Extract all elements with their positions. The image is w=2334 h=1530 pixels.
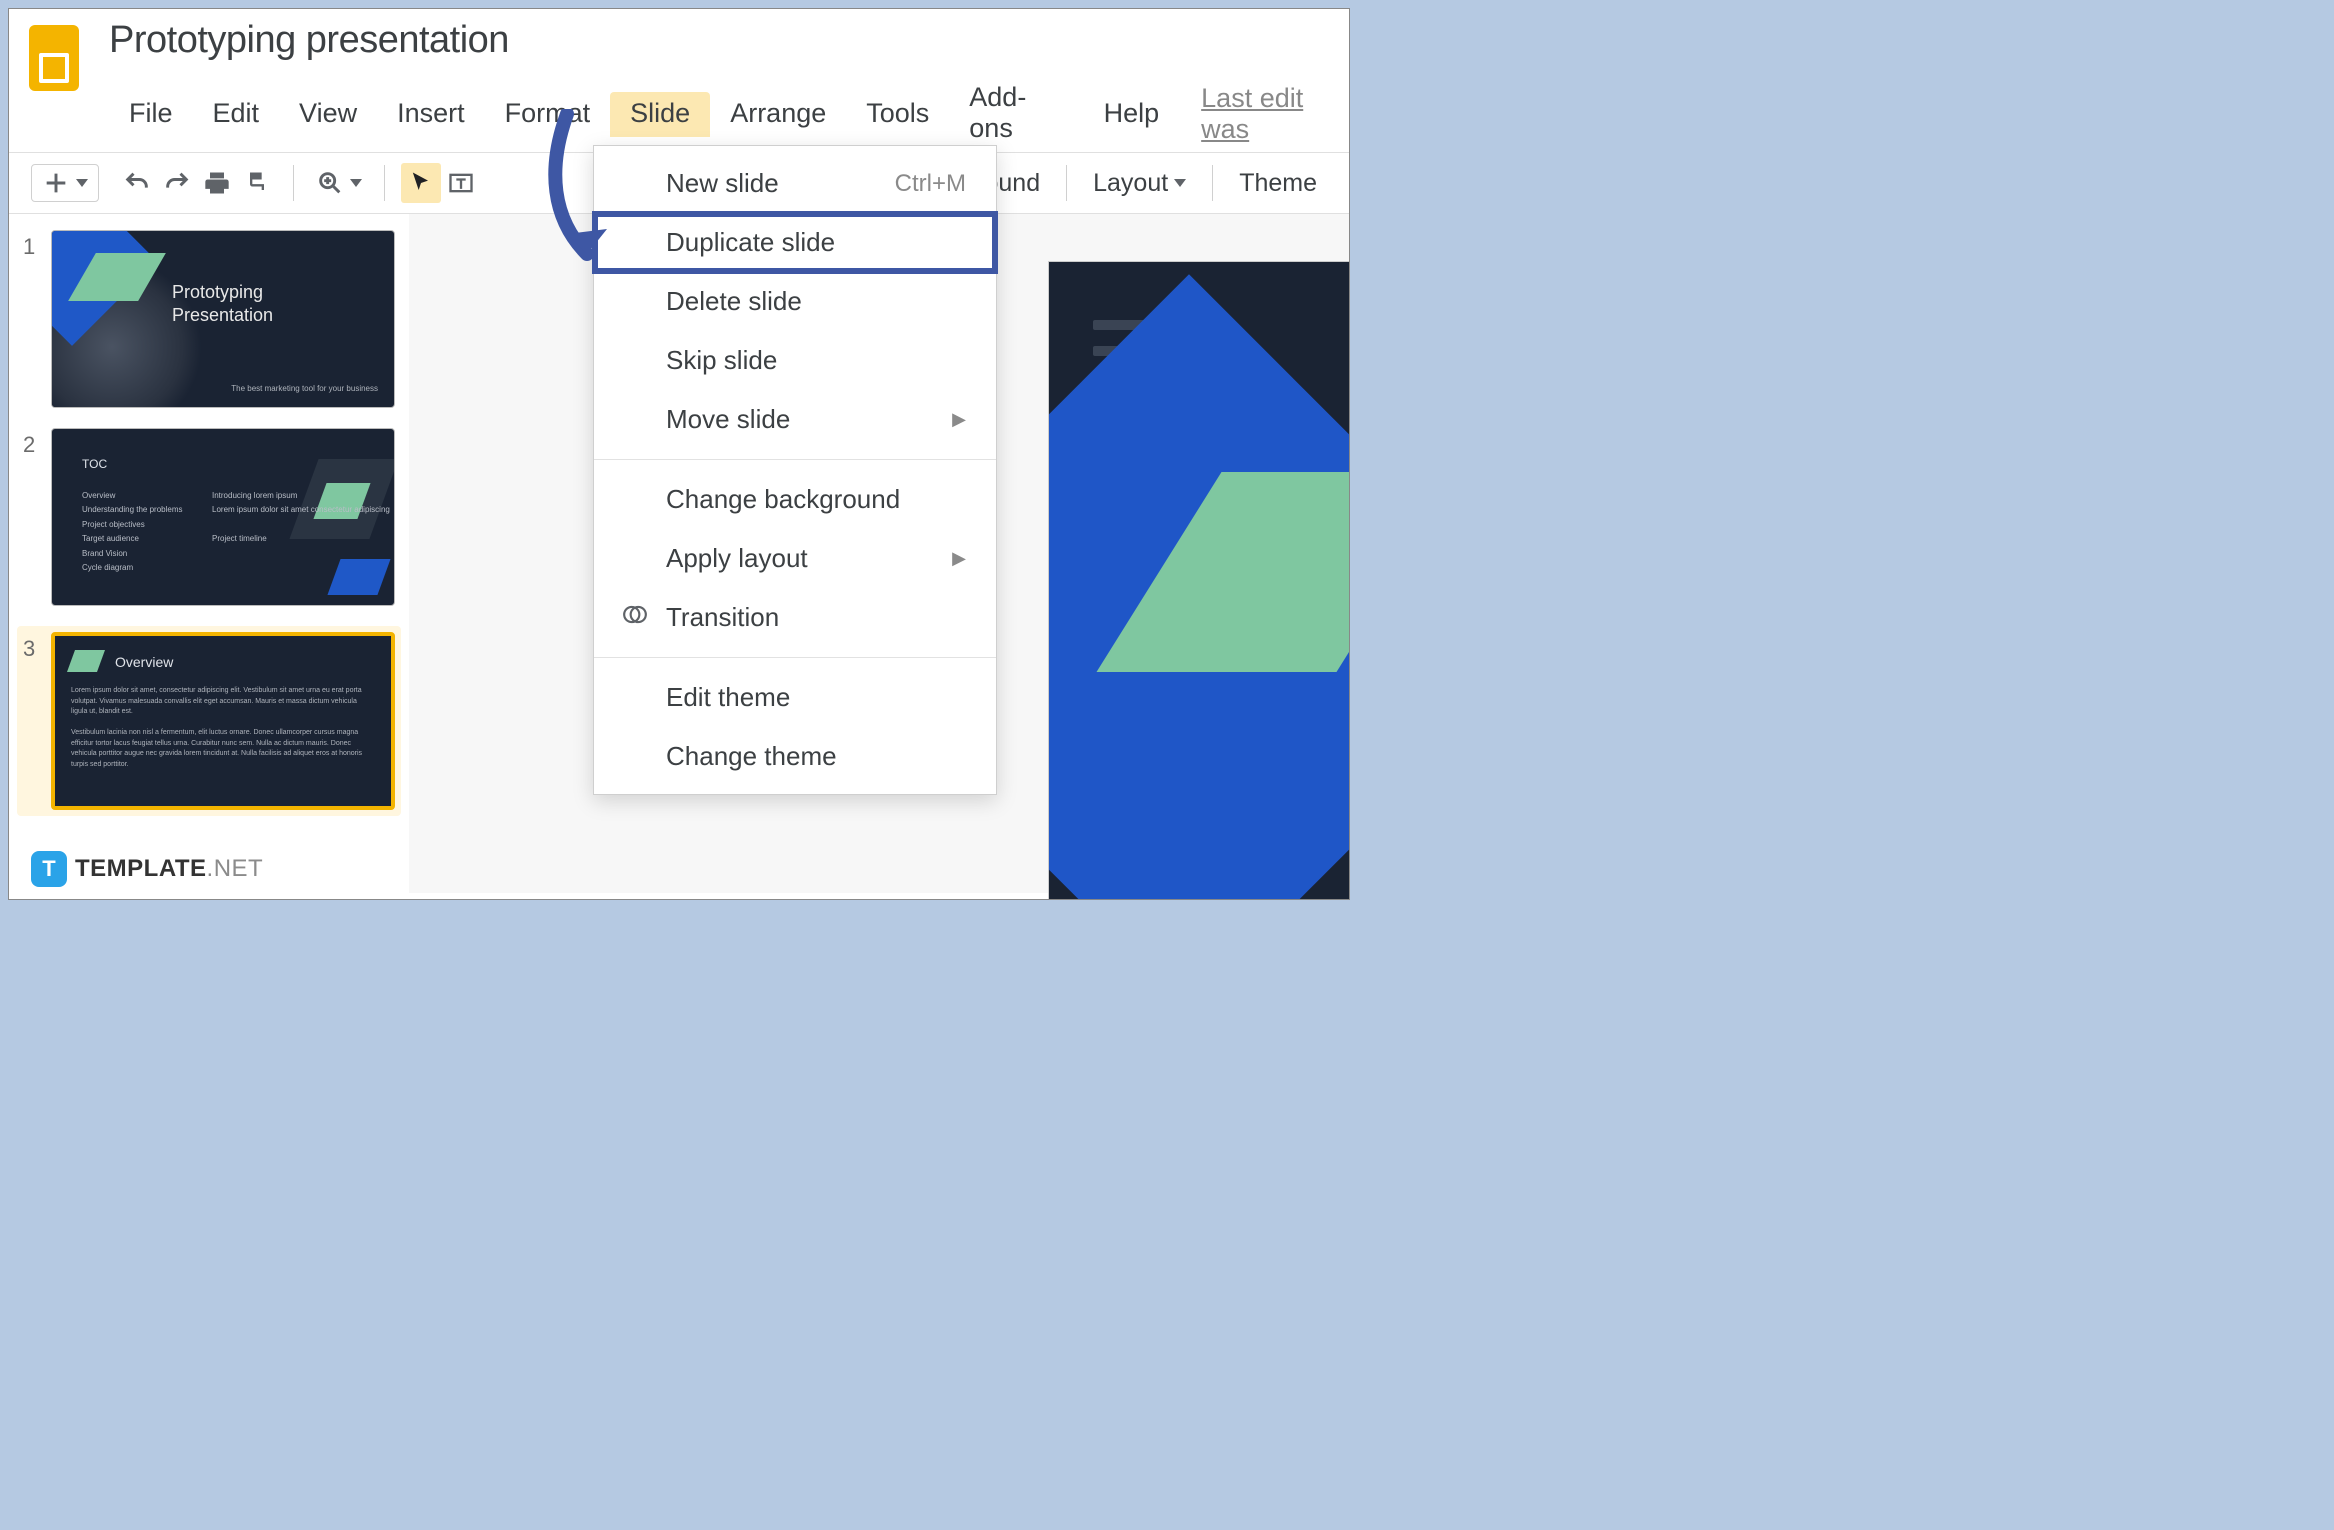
new-slide-caret-icon[interactable] bbox=[76, 179, 88, 187]
menu-duplicate-slide[interactable]: Duplicate slide bbox=[594, 213, 996, 272]
print-button[interactable] bbox=[197, 163, 237, 203]
redo-button[interactable] bbox=[157, 163, 197, 203]
thumbnail-slide-2[interactable]: TOC Overview Understanding the problems … bbox=[51, 428, 395, 606]
menu-transition[interactable]: Transition bbox=[594, 588, 996, 647]
layout-button[interactable]: Layout bbox=[1083, 163, 1196, 203]
menu-arrange[interactable]: Arrange bbox=[710, 92, 846, 137]
menu-insert[interactable]: Insert bbox=[377, 92, 485, 137]
titlebar: Prototyping presentation File Edit View bbox=[9, 9, 1349, 152]
zoom-button[interactable] bbox=[310, 163, 368, 203]
slides-logo-icon[interactable] bbox=[29, 25, 79, 91]
menu-edit[interactable]: Edit bbox=[193, 92, 280, 137]
menu-apply-layout[interactable]: Apply layout▶ bbox=[594, 529, 996, 588]
thumbnail-row[interactable]: 1 PrototypingPresentation The best marke… bbox=[23, 230, 395, 408]
menu-help[interactable]: Help bbox=[1084, 92, 1180, 137]
menu-format[interactable]: Format bbox=[485, 92, 611, 137]
thumbnail-slide-1[interactable]: PrototypingPresentation The best marketi… bbox=[51, 230, 395, 408]
thumbnail-number: 3 bbox=[23, 632, 51, 662]
app-window: Prototyping presentation File Edit View bbox=[8, 8, 1350, 900]
transition-icon bbox=[622, 601, 648, 634]
thumbnail-slide-3[interactable]: Overview Lorem ipsum dolor sit amet, con… bbox=[51, 632, 395, 810]
menu-tools[interactable]: Tools bbox=[846, 92, 949, 137]
menu-separator bbox=[594, 459, 996, 460]
layout-caret-icon bbox=[1174, 179, 1186, 187]
thumbnail-row[interactable]: 2 TOC Overview Understanding the problem… bbox=[23, 428, 395, 606]
menu-separator bbox=[594, 657, 996, 658]
watermark-badge-icon: T bbox=[31, 851, 67, 887]
shortcut-label: Ctrl+M bbox=[895, 170, 966, 198]
theme-button[interactable]: Theme bbox=[1229, 163, 1327, 203]
watermark: T TEMPLATE.NET bbox=[31, 851, 263, 887]
slide-canvas[interactable] bbox=[1049, 262, 1350, 900]
thumbnail-number: 2 bbox=[23, 428, 51, 458]
zoom-caret-icon bbox=[350, 179, 362, 187]
menu-skip-slide[interactable]: Skip slide bbox=[594, 331, 996, 390]
thumbnail-row[interactable]: 3 Overview Lorem ipsum dolor sit amet, c… bbox=[17, 626, 401, 816]
menubar: File Edit View Insert Format Slide Arran… bbox=[109, 76, 1349, 152]
menu-addons[interactable]: Add-ons bbox=[949, 76, 1083, 152]
menu-edit-theme[interactable]: Edit theme bbox=[594, 668, 996, 727]
menu-view[interactable]: View bbox=[279, 92, 377, 137]
menu-file[interactable]: File bbox=[109, 92, 193, 137]
document-title[interactable]: Prototyping presentation bbox=[109, 19, 509, 62]
thumbnail-number: 1 bbox=[23, 230, 51, 260]
menu-change-theme[interactable]: Change theme bbox=[594, 727, 996, 786]
menu-slide[interactable]: Slide bbox=[610, 92, 710, 137]
chevron-right-icon: ▶ bbox=[952, 548, 966, 569]
last-edit-link[interactable]: Last edit was bbox=[1201, 83, 1349, 145]
undo-button[interactable] bbox=[117, 163, 157, 203]
menu-change-background[interactable]: Change background bbox=[594, 470, 996, 529]
slide-thumbnail-panel[interactable]: 1 PrototypingPresentation The best marke… bbox=[9, 214, 409, 893]
menu-move-slide[interactable]: Move slide▶ bbox=[594, 390, 996, 449]
slide-menu-dropdown: New slide Ctrl+M Duplicate slide Delete … bbox=[593, 145, 997, 795]
paint-format-button[interactable] bbox=[237, 163, 277, 203]
menu-new-slide[interactable]: New slide Ctrl+M bbox=[594, 154, 996, 213]
chevron-right-icon: ▶ bbox=[952, 409, 966, 430]
new-slide-button[interactable] bbox=[31, 164, 99, 202]
textbox-tool-button[interactable] bbox=[441, 163, 481, 203]
select-tool-button[interactable] bbox=[401, 163, 441, 203]
menu-delete-slide[interactable]: Delete slide bbox=[594, 272, 996, 331]
